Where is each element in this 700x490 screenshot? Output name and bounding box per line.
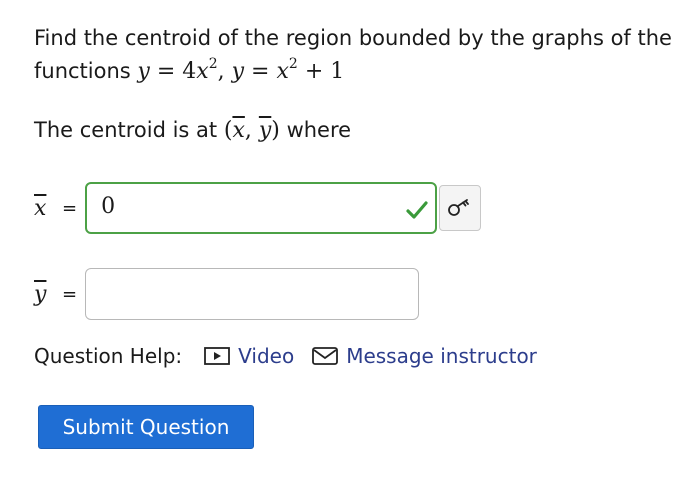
submit-question-button[interactable]: Submit Question xyxy=(38,405,254,449)
ybar-row: y = xyxy=(34,268,420,320)
video-link[interactable]: Video xyxy=(204,344,294,368)
xbar-value: 0 xyxy=(101,194,116,219)
answer-key-button[interactable] xyxy=(439,185,482,231)
xbar-row: x = 0 xyxy=(34,182,482,234)
xbar-label: x xyxy=(34,195,47,221)
check-icon xyxy=(406,201,428,219)
ybar-equals: = xyxy=(62,283,78,305)
question-help-label: Question Help: xyxy=(34,344,183,368)
function-2: y = x2 + 1 xyxy=(231,55,345,84)
function-1: y = 4x2, xyxy=(137,55,232,84)
problem-text: Find the centroid of the region bounded … xyxy=(34,26,672,83)
centroid-statement: The centroid is at (x, y) where xyxy=(34,118,352,143)
message-instructor-link[interactable]: Message instructor xyxy=(312,344,537,368)
question-help: Question Help: Video Message instructor xyxy=(34,344,555,368)
xbar-input[interactable]: 0 xyxy=(85,182,438,234)
ybar-input[interactable] xyxy=(85,268,420,320)
key-icon xyxy=(448,199,469,216)
video-play-icon xyxy=(204,347,231,365)
xbar-equals: = xyxy=(62,197,78,219)
envelope-icon xyxy=(312,347,339,365)
ybar-label: y xyxy=(34,281,47,307)
problem-statement: Find the centroid of the region bounded … xyxy=(34,22,674,88)
